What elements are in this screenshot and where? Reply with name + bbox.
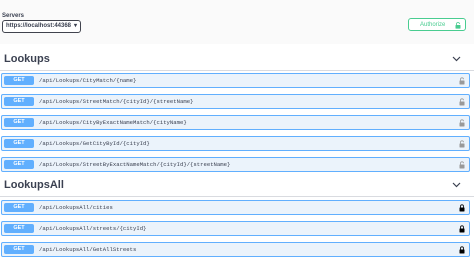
locked-icon[interactable] xyxy=(459,246,465,254)
operation-row[interactable]: GET /api/LookupsAll/GetAllStreets xyxy=(1,242,470,257)
operation-row[interactable]: GET /api/LookupsAll/cities xyxy=(1,200,470,215)
method-badge: GET xyxy=(4,118,34,127)
operation-row[interactable]: GET /api/Lookups/CityByExactNameMatch/{c… xyxy=(1,115,470,130)
unlocked-icon[interactable] xyxy=(459,119,465,127)
locked-icon[interactable] xyxy=(459,204,465,212)
top-bar: Servers https://localhost:44368 ▾ Author… xyxy=(0,0,474,44)
unlocked-icon[interactable] xyxy=(459,98,465,106)
operation-path: /api/LookupsAll/GetAllStreets xyxy=(39,246,137,253)
operation-path: /api/Lookups/CityByExactNameMatch/{cityN… xyxy=(39,119,187,126)
unlocked-icon[interactable] xyxy=(459,161,465,169)
operation-row[interactable]: GET /api/Lookups/StreetByExactNameMatch/… xyxy=(1,157,470,172)
operation-path: /api/Lookups/CityMatch/{name} xyxy=(39,77,137,84)
operation-path: /api/Lookups/StreetByExactNameMatch/{cit… xyxy=(39,161,231,168)
operation-path: /api/LookupsAll/streets/{cityId} xyxy=(39,225,147,232)
method-badge: GET xyxy=(4,76,34,85)
operation-row[interactable]: GET /api/Lookups/GetCityById/{cityId} xyxy=(1,136,470,151)
chevron-down-icon[interactable] xyxy=(452,56,461,62)
method-badge: GET xyxy=(4,160,34,169)
method-badge: GET xyxy=(4,245,34,254)
server-select-value: https://localhost:44368 xyxy=(6,23,72,29)
method-badge: GET xyxy=(4,139,34,148)
operation-path: /api/Lookups/GetCityById/{cityId} xyxy=(39,140,150,147)
servers-label: Servers xyxy=(2,13,25,19)
unlocked-icon xyxy=(455,22,461,29)
tag-title: LookupsAll xyxy=(4,179,64,191)
tag-title: Lookups xyxy=(4,53,50,65)
method-badge: GET xyxy=(4,97,34,106)
method-badge: GET xyxy=(4,224,34,233)
chevron-down-icon: ▾ xyxy=(73,23,77,29)
locked-icon[interactable] xyxy=(459,225,465,233)
operation-row[interactable]: GET /api/LookupsAll/streets/{cityId} xyxy=(1,221,470,236)
method-badge: GET xyxy=(4,203,34,212)
operation-path: /api/Lookups/StreetMatch/{cityId}/{stree… xyxy=(39,98,194,105)
chevron-down-icon[interactable] xyxy=(452,182,461,188)
server-select[interactable]: https://localhost:44368 ▾ xyxy=(2,20,81,33)
operation-row[interactable]: GET /api/Lookups/StreetMatch/{cityId}/{s… xyxy=(1,94,470,109)
tag-header[interactable]: Lookups xyxy=(0,50,474,71)
operation-row[interactable]: GET /api/Lookups/CityMatch/{name} xyxy=(1,73,470,88)
authorize-label: Authorize xyxy=(420,22,446,28)
tag-header[interactable]: LookupsAll xyxy=(0,176,474,197)
operation-path: /api/LookupsAll/cities xyxy=(39,204,113,211)
unlocked-icon[interactable] xyxy=(459,140,465,148)
unlocked-icon[interactable] xyxy=(459,77,465,85)
authorize-button[interactable]: Authorize xyxy=(408,18,466,31)
